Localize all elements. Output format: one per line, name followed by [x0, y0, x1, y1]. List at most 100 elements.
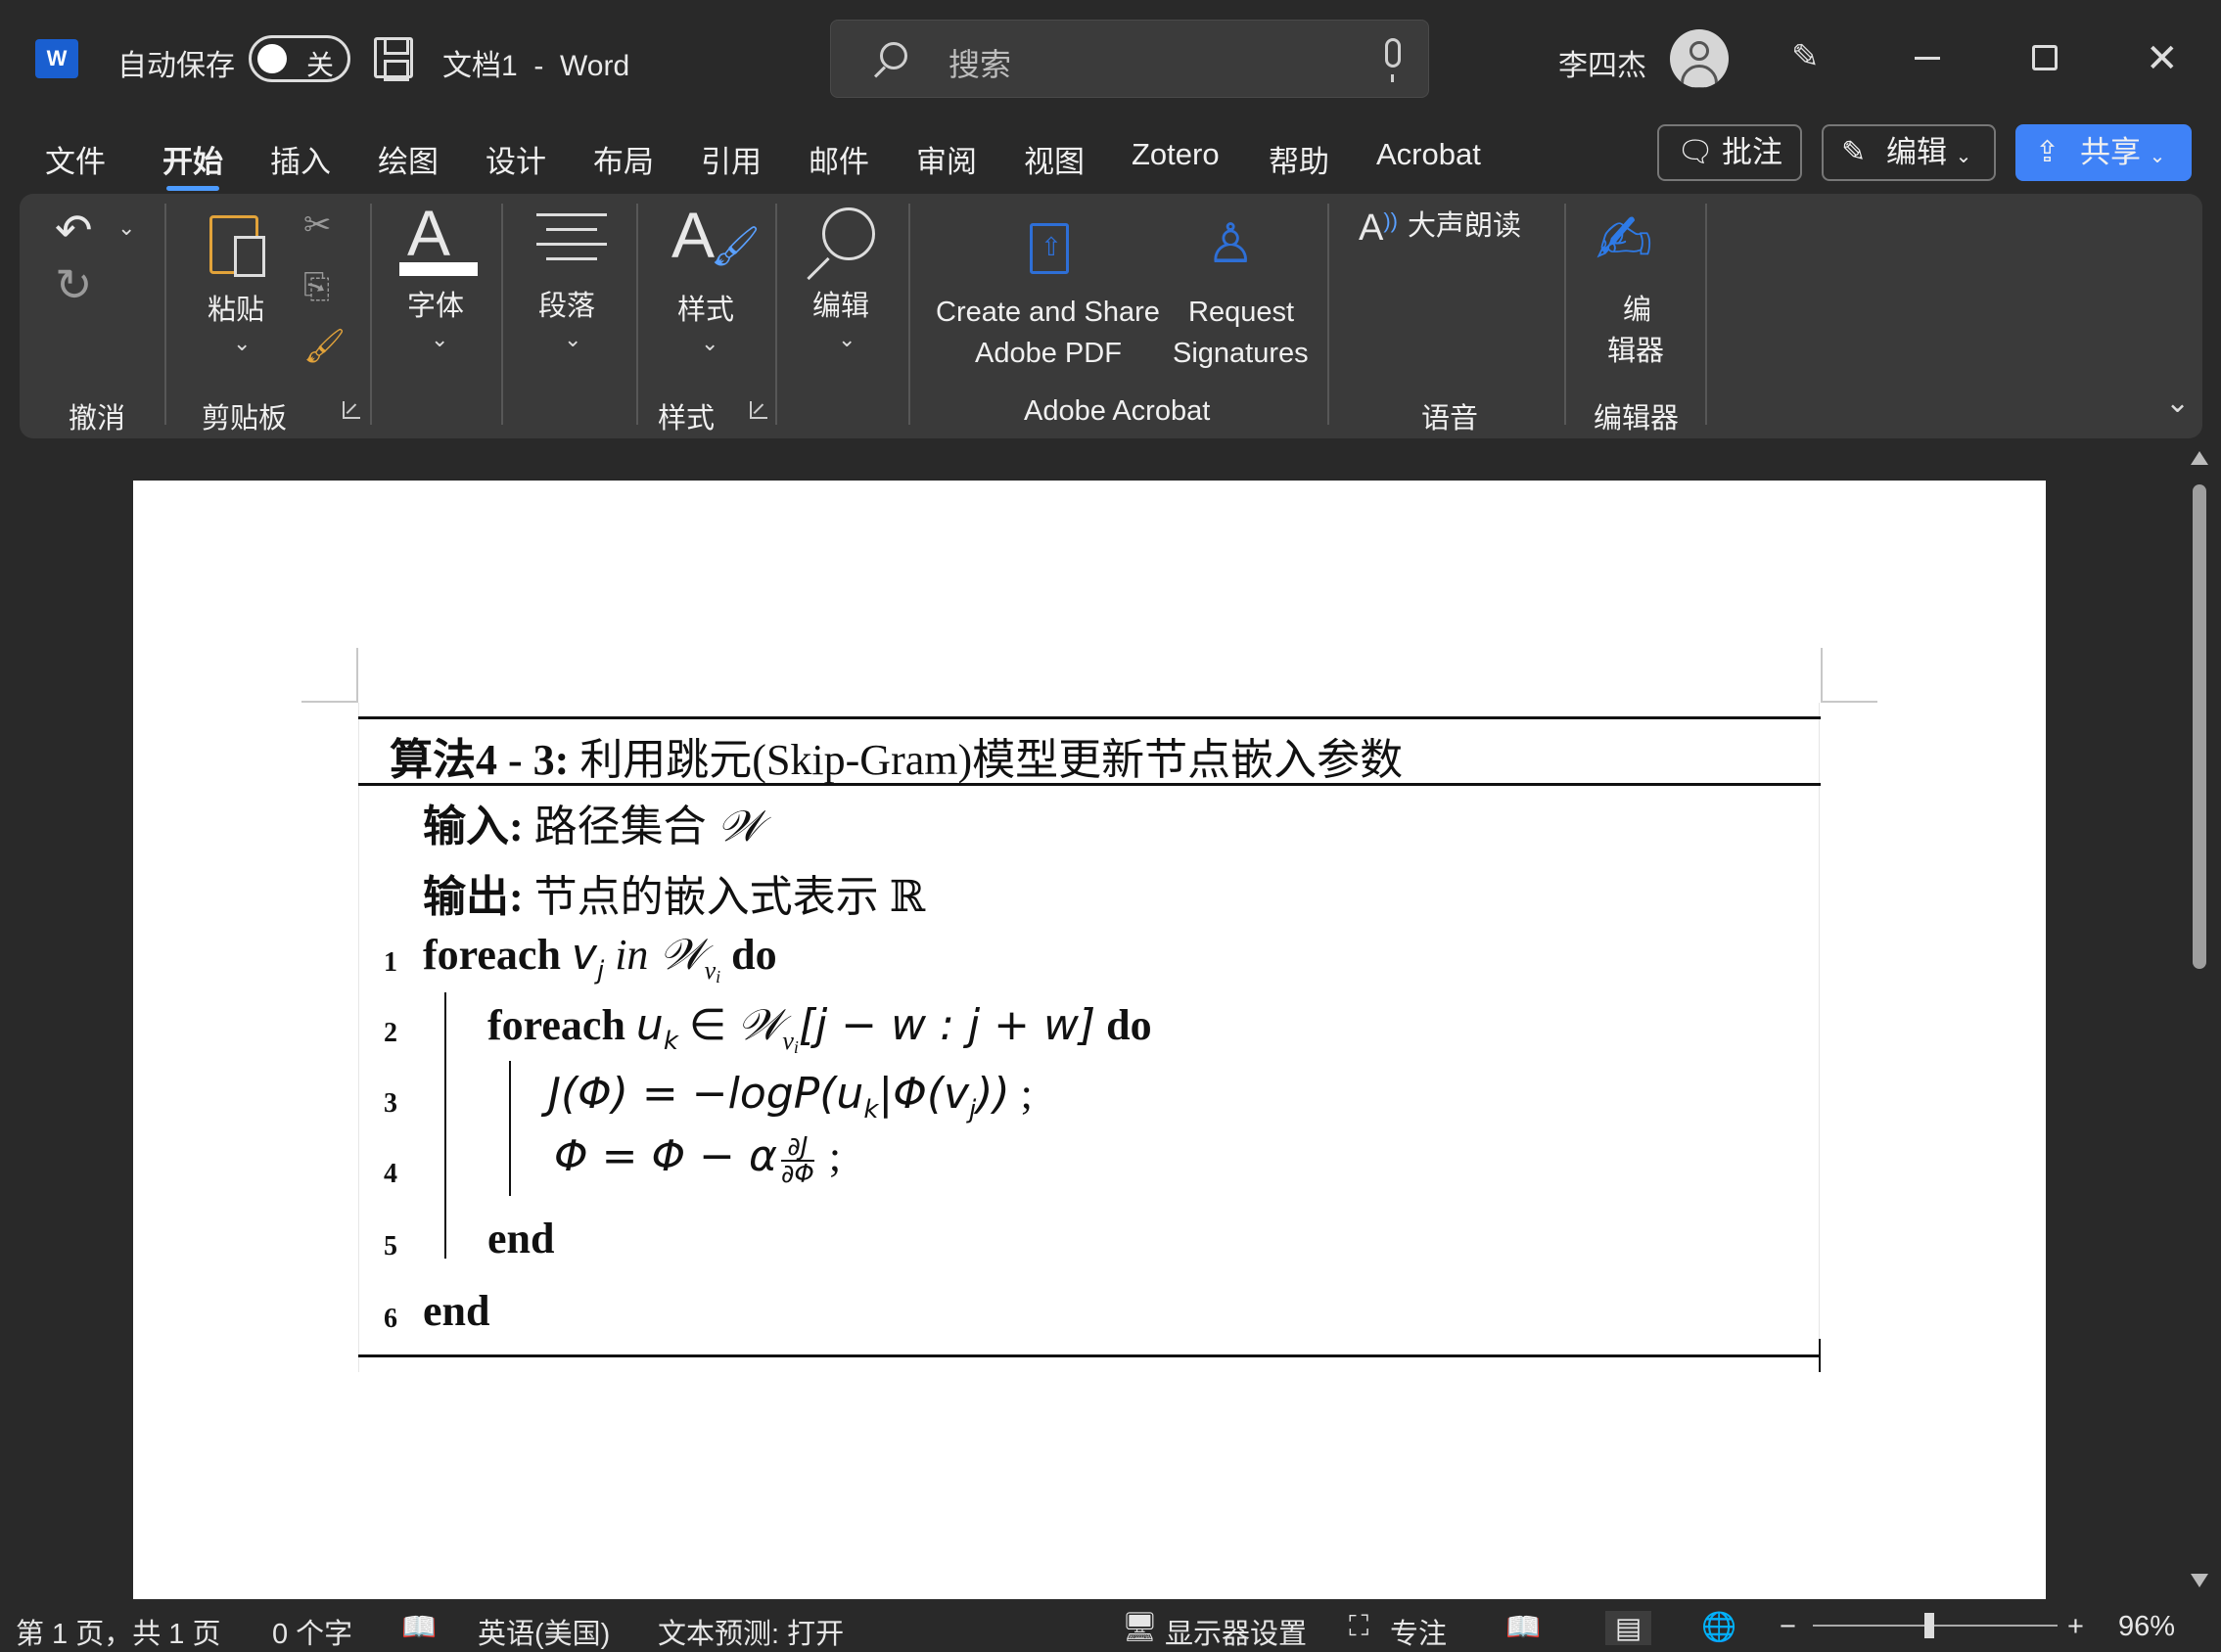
- search-box[interactable]: 搜索: [830, 20, 1429, 98]
- read-aloud-label[interactable]: 大声朗读: [1408, 206, 1521, 247]
- avatar[interactable]: [1670, 29, 1729, 88]
- cut-icon[interactable]: ✂: [303, 206, 332, 245]
- request-signatures-icon[interactable]: ♙: [1206, 211, 1255, 276]
- zoom-in-icon[interactable]: +: [2067, 1611, 2084, 1643]
- word-count[interactable]: 0 个字: [272, 1611, 352, 1652]
- text-prediction[interactable]: 文本预测: 打开: [658, 1611, 844, 1652]
- tab-acrobat[interactable]: Acrobat: [1376, 137, 1481, 172]
- print-layout-icon[interactable]: ▤: [1605, 1611, 1652, 1645]
- designer-pen-icon[interactable]: ✎: [1791, 37, 1820, 76]
- tab-review[interactable]: 审阅: [916, 137, 977, 181]
- zoom-slider-thumb[interactable]: [1924, 1613, 1934, 1638]
- find-icon[interactable]: [807, 207, 875, 281]
- zoom-slider[interactable]: [1813, 1625, 2058, 1627]
- autosave-label: 自动保存: [117, 50, 235, 82]
- tab-design[interactable]: 设计: [486, 137, 546, 181]
- ribbon: ↶ ⌄ ↻ 撤消 粘贴 ⌄ ✂ ⎘ 🖌 剪贴板 A 字体 ⌄ 段落 ⌄ A 🖌 …: [20, 194, 2202, 438]
- styles-dropdown-icon[interactable]: ⌄: [701, 331, 718, 356]
- save-icon[interactable]: [374, 37, 413, 81]
- autosave-toggle[interactable]: 关: [249, 35, 350, 82]
- tab-help[interactable]: 帮助: [1269, 137, 1329, 181]
- tab-home[interactable]: 开始: [162, 137, 223, 191]
- word-logo-icon: W: [35, 39, 78, 78]
- zoom-out-icon[interactable]: −: [1780, 1611, 1796, 1643]
- paste-dropdown-icon[interactable]: ⌄: [233, 331, 251, 356]
- display-settings-icon[interactable]: 🖥: [1122, 1611, 1158, 1644]
- math-window: 𝒲vi: [737, 1001, 799, 1057]
- tab-zotero[interactable]: Zotero: [1132, 137, 1220, 172]
- share-button[interactable]: ⇪ 共享 ⌄: [2015, 124, 2192, 181]
- collapse-ribbon-icon[interactable]: ⌄: [2165, 386, 2190, 420]
- display-settings[interactable]: 显示器设置: [1165, 1611, 1307, 1652]
- create-pdf-label-1[interactable]: Create and Share: [936, 292, 1160, 333]
- create-pdf-icon[interactable]: ⇧: [1030, 223, 1069, 274]
- styles-label[interactable]: 样式: [677, 290, 734, 331]
- read-aloud-icon[interactable]: A)): [1359, 207, 1398, 250]
- tab-layout[interactable]: 布局: [593, 137, 654, 181]
- undo-dropdown-icon[interactable]: ⌄: [117, 215, 135, 241]
- tab-mailings[interactable]: 邮件: [809, 137, 869, 181]
- paste-icon[interactable]: [209, 215, 265, 277]
- minimize-button[interactable]: [1915, 57, 1940, 60]
- microphone-icon[interactable]: [1385, 38, 1401, 82]
- vertical-scrollbar[interactable]: [2189, 445, 2210, 1595]
- editing-dropdown-icon[interactable]: ⌄: [838, 327, 856, 352]
- maximize-button[interactable]: [2032, 45, 2058, 70]
- redo-icon[interactable]: ↻: [55, 258, 93, 311]
- copy-icon[interactable]: ⎘: [303, 268, 330, 306]
- proofing-icon[interactable]: 📖: [401, 1611, 437, 1644]
- font-label[interactable]: 字体: [407, 286, 464, 327]
- close-button[interactable]: ✕: [2146, 39, 2179, 78]
- tab-draw[interactable]: 绘图: [378, 137, 439, 181]
- focus-icon[interactable]: ⛶: [1349, 1611, 1368, 1643]
- paragraph-dropdown-icon[interactable]: ⌄: [564, 327, 581, 352]
- algorithm-block[interactable]: 算法4 - 3: 利用跳元(Skip-Gram)模型更新节点嵌入参数 输入: 路…: [358, 716, 1821, 1372]
- tab-file[interactable]: 文件: [45, 137, 106, 181]
- scroll-thumb[interactable]: [2193, 484, 2206, 969]
- user-name[interactable]: 李四杰: [1558, 41, 1646, 84]
- output-label: 输出:: [423, 873, 524, 921]
- scroll-up-icon[interactable]: [2191, 451, 2208, 465]
- comments-button[interactable]: 🗨 批注: [1657, 124, 1802, 181]
- editor-label-2[interactable]: 辑器: [1607, 331, 1664, 372]
- editing-mode-button[interactable]: ✎ 编辑 ⌄: [1822, 124, 1996, 181]
- editing-label[interactable]: 编辑: [812, 286, 869, 327]
- request-signatures-label-1[interactable]: Request: [1188, 292, 1294, 333]
- bottom-rule: [358, 1354, 1821, 1357]
- format-painter-icon[interactable]: 🖌: [303, 327, 346, 366]
- create-pdf-label-2[interactable]: Adobe PDF: [975, 333, 1122, 374]
- styles-launcher-icon[interactable]: [750, 401, 767, 419]
- clipboard-launcher-icon[interactable]: [343, 401, 360, 419]
- scroll-down-icon[interactable]: [2191, 1574, 2208, 1587]
- search-icon: [880, 42, 907, 69]
- input-label: 输入:: [423, 803, 524, 850]
- focus-mode[interactable]: 专注: [1390, 1611, 1447, 1652]
- language[interactable]: 英语(美国): [478, 1611, 610, 1652]
- math-vj: vj: [571, 930, 605, 986]
- keyword-end: end: [423, 1287, 490, 1335]
- editor-label-1[interactable]: 编: [1623, 290, 1651, 331]
- read-mode-icon[interactable]: 📖: [1505, 1611, 1541, 1644]
- styles-brush-icon: 🖌: [711, 225, 761, 268]
- share-arrow-icon: ⇧: [1041, 232, 1062, 261]
- page-count[interactable]: 第 1 页，共 1 页: [16, 1611, 221, 1652]
- paste-label[interactable]: 粘贴: [208, 290, 264, 331]
- tab-references[interactable]: 引用: [701, 137, 762, 181]
- tab-insert[interactable]: 插入: [270, 137, 331, 181]
- tab-view[interactable]: 视图: [1024, 137, 1085, 181]
- font-color-bar: [399, 262, 478, 276]
- line-number: 6: [384, 1304, 397, 1334]
- font-dropdown-icon[interactable]: ⌄: [431, 327, 448, 352]
- font-icon[interactable]: A: [407, 196, 450, 270]
- document-title[interactable]: 文档1 - Word: [442, 41, 629, 84]
- zoom-level[interactable]: 96%: [2118, 1611, 2175, 1643]
- paragraph-label[interactable]: 段落: [538, 286, 595, 327]
- separator: [1705, 204, 1707, 425]
- undo-icon[interactable]: ↶: [55, 204, 93, 256]
- paragraph-icon[interactable]: [536, 213, 607, 268]
- search-placeholder: 搜索: [949, 47, 1012, 82]
- editor-icon[interactable]: ✍: [1596, 200, 1653, 280]
- web-layout-icon[interactable]: 🌐: [1701, 1611, 1736, 1644]
- styles-icon[interactable]: A: [671, 198, 715, 272]
- request-signatures-label-2[interactable]: Signatures: [1173, 333, 1309, 374]
